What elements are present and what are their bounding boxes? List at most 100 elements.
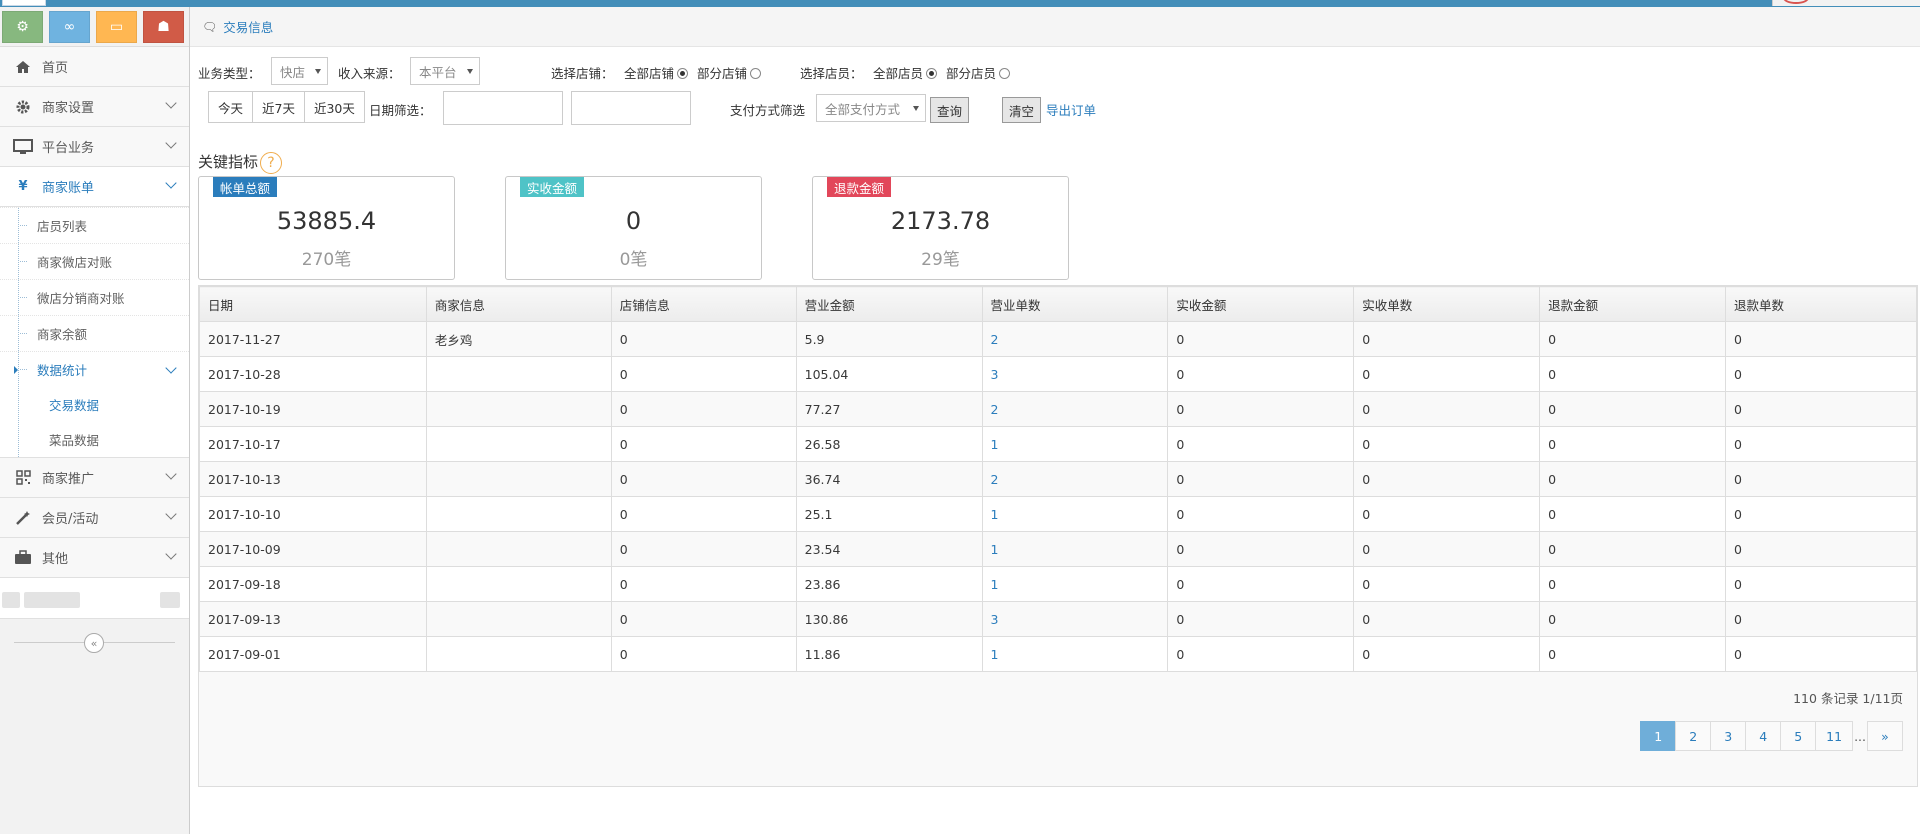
sidebar-item-member[interactable]: 会员/活动 bbox=[0, 498, 189, 538]
blurred-item bbox=[0, 578, 189, 618]
table-cell: 0 bbox=[610, 356, 797, 392]
table-cell: 130.86 bbox=[795, 601, 983, 637]
table-cell: 0 bbox=[1725, 496, 1917, 532]
table-cell: 0 bbox=[610, 426, 797, 462]
double-chevron-left-icon[interactable]: « bbox=[84, 633, 104, 653]
table-row: 2017-09-13 0 130.86 3 0 0 0 0 bbox=[199, 601, 1917, 637]
table-cell: 2017-10-28 bbox=[199, 356, 427, 392]
table-cell bbox=[425, 356, 612, 392]
table-cell: 0 bbox=[1353, 636, 1541, 672]
sidebar-item-label: 平台业务 bbox=[42, 141, 95, 156]
store-part-radio[interactable] bbox=[750, 68, 762, 79]
table-cell: 1 bbox=[981, 636, 1169, 672]
table-cell: 0 bbox=[1539, 531, 1727, 567]
table-cell bbox=[425, 601, 612, 637]
clerk-part-radio[interactable] bbox=[999, 68, 1011, 79]
table-cell: 0 bbox=[1353, 356, 1541, 392]
table-cell: 2017-10-10 bbox=[199, 496, 427, 532]
table-cell: 0 bbox=[610, 321, 797, 357]
table-cell: 0 bbox=[1725, 601, 1917, 637]
table-cell bbox=[425, 531, 612, 567]
sidebar-item-distributor-reconcile[interactable]: 微店分销商对账 bbox=[0, 279, 189, 315]
pager-next-button[interactable]: » bbox=[1867, 721, 1903, 751]
table-cell: 0 bbox=[610, 496, 797, 532]
table-cell: 1 bbox=[981, 426, 1169, 462]
chevron-down-icon bbox=[165, 548, 177, 560]
pager-page-5[interactable]: 5 bbox=[1780, 721, 1817, 751]
table-cell: 0 bbox=[1353, 531, 1541, 567]
sidebar-item-balance[interactable]: 商家余额 bbox=[0, 315, 189, 351]
clear-button[interactable]: 清空 bbox=[1002, 97, 1042, 123]
table-row: 2017-10-28 0 105.04 3 0 0 0 0 bbox=[199, 356, 1917, 392]
sidebar-item-billing[interactable]: ¥ 商家账单 bbox=[0, 167, 189, 207]
table-cell: 0 bbox=[610, 391, 797, 427]
kpi-value: 0 bbox=[625, 207, 642, 235]
briefcase-icon bbox=[13, 550, 33, 566]
record-count: 110 条记录 1/11页 bbox=[1793, 691, 1903, 706]
today-button[interactable]: 今天 bbox=[208, 91, 254, 123]
end-date-input[interactable] bbox=[571, 91, 691, 125]
sidebar-item-other[interactable]: 其他 bbox=[0, 538, 189, 578]
table-cell: 2017-10-09 bbox=[199, 531, 427, 567]
store-all-radio[interactable] bbox=[677, 68, 689, 79]
table-cell: 3 bbox=[981, 356, 1169, 392]
table-row: 2017-11-27 老乡鸡 0 5.9 2 0 0 0 0 bbox=[199, 321, 1917, 357]
export-orders-link[interactable]: 导出订单 bbox=[1046, 100, 1096, 119]
header-col-store: 店铺信息 bbox=[610, 286, 797, 322]
sidebar-item-label: 数据统计 bbox=[37, 363, 88, 378]
table-cell: 26.58 bbox=[795, 426, 983, 462]
sidebar-item-trade-data[interactable]: 交易数据 bbox=[0, 387, 189, 422]
table-row: 2017-10-17 0 26.58 1 0 0 0 0 bbox=[199, 426, 1917, 462]
table-cell: 0 bbox=[1353, 426, 1541, 462]
link-icon[interactable]: ∞ bbox=[49, 11, 90, 43]
brand-logo[interactable] bbox=[2, 0, 46, 6]
sidebar-item-label: 商家账单 bbox=[42, 181, 95, 196]
pager-page-4[interactable]: 4 bbox=[1745, 721, 1782, 751]
sidebar-item-clerk-list[interactable]: 店员列表 bbox=[0, 207, 189, 243]
table-cell: 老乡鸡 bbox=[425, 321, 612, 357]
help-icon[interactable]: ? bbox=[260, 151, 283, 174]
pager-page-11[interactable]: 11 bbox=[1815, 721, 1854, 751]
kpi-value: 53885.4 bbox=[276, 207, 377, 235]
users-icon[interactable]: ☗ bbox=[143, 11, 184, 43]
table-cell: 0 bbox=[1725, 531, 1917, 567]
pager-page-1[interactable]: 1 bbox=[1640, 721, 1677, 751]
header-col-merchant: 商家信息 bbox=[425, 286, 612, 322]
sidebar-item-promo[interactable]: 商家推广 bbox=[0, 458, 189, 498]
cog-icon[interactable]: ⚙ bbox=[2, 11, 43, 43]
income-select[interactable]: 本平台 bbox=[410, 57, 480, 85]
start-date-input[interactable] bbox=[443, 91, 563, 125]
kpi-value: 2173.78 bbox=[890, 207, 991, 235]
sidebar-item-microstore-reconcile[interactable]: 商家微店对账 bbox=[0, 243, 189, 279]
top-navbar bbox=[0, 0, 1920, 7]
table-cell bbox=[425, 566, 612, 602]
clerk-all-radio[interactable] bbox=[926, 68, 938, 79]
table-cell: 0 bbox=[1167, 636, 1355, 672]
caret-right-icon bbox=[14, 366, 18, 374]
sidebar-item-label: 首页 bbox=[42, 61, 69, 76]
sidebar-item-platform[interactable]: 平台业务 bbox=[0, 127, 189, 167]
sidebar-item-dish-data[interactable]: 菜品数据 bbox=[0, 422, 189, 457]
breadcrumb-current[interactable]: 交易信息 bbox=[223, 17, 273, 36]
pager-page-3[interactable]: 3 bbox=[1710, 721, 1747, 751]
table-cell: 0 bbox=[1725, 636, 1917, 672]
pay-method-select[interactable]: 全部支付方式 bbox=[816, 94, 926, 122]
pager-page-2[interactable]: 2 bbox=[1675, 721, 1712, 751]
clerk-label: 选择店员： bbox=[800, 66, 863, 81]
table-cell: 2017-09-01 bbox=[199, 636, 427, 672]
table-cell: 2 bbox=[981, 321, 1169, 357]
sidebar-item-home[interactable]: 首页 bbox=[0, 47, 189, 87]
sidebar-item-data-stats[interactable]: 数据统计 bbox=[0, 351, 189, 387]
pagination: 1 2 3 4 5 11...» bbox=[1640, 721, 1903, 751]
table-cell bbox=[425, 391, 612, 427]
user-menu[interactable] bbox=[1772, 0, 1920, 6]
last30-button[interactable]: 近30天 bbox=[303, 91, 365, 123]
monitor-icon[interactable]: ▭ bbox=[96, 11, 137, 43]
table-cell: 36.74 bbox=[795, 461, 983, 497]
sidebar-item-merchant-settings[interactable]: 商家设置 bbox=[0, 87, 189, 127]
biz-type-select[interactable]: 快店 bbox=[271, 57, 328, 85]
last7-button[interactable]: 近7天 bbox=[252, 91, 305, 123]
query-button[interactable]: 查询 bbox=[930, 97, 970, 123]
yen-icon: ¥ bbox=[18, 179, 28, 194]
table-cell: 0 bbox=[1167, 461, 1355, 497]
